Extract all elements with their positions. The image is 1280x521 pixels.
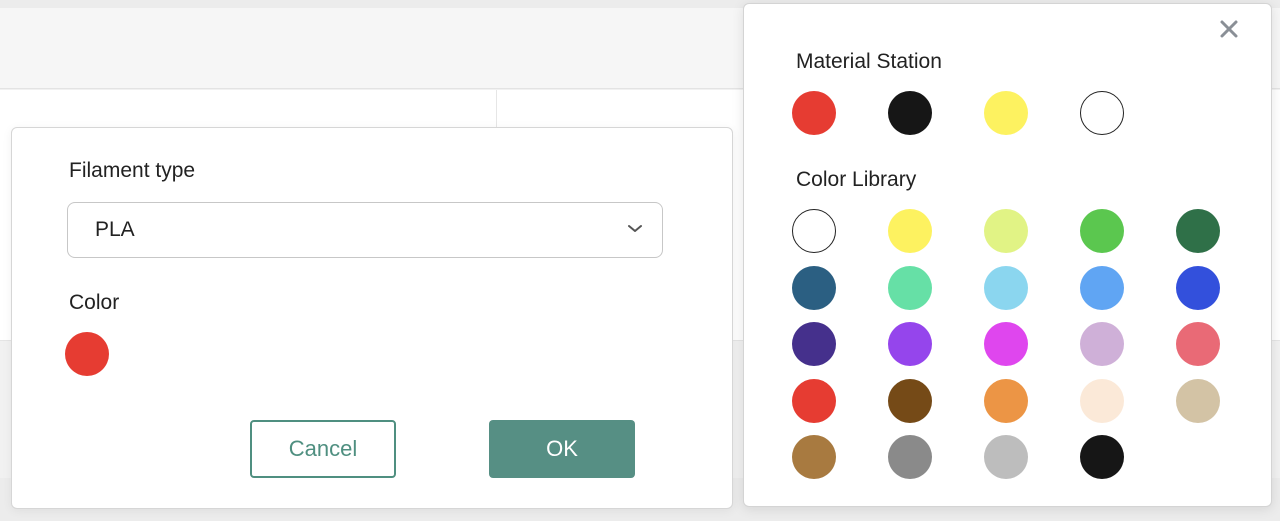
library-color-swatch[interactable]: [888, 435, 932, 479]
selected-color-swatch[interactable]: [65, 332, 109, 376]
library-color-swatch[interactable]: [984, 209, 1028, 253]
library-color-swatch[interactable]: [1176, 379, 1220, 423]
library-color-swatch[interactable]: [1080, 435, 1124, 479]
library-color-swatch[interactable]: [792, 209, 836, 253]
library-color-swatch[interactable]: [1080, 266, 1124, 310]
station-color-swatch[interactable]: [984, 91, 1028, 135]
material-station-title: Material Station: [796, 50, 942, 73]
library-color-swatch[interactable]: [1080, 322, 1124, 366]
library-color-swatch[interactable]: [792, 379, 836, 423]
ok-button[interactable]: OK: [489, 420, 635, 478]
library-color-swatch[interactable]: [1080, 379, 1124, 423]
background-divider: [496, 90, 497, 130]
station-color-swatch[interactable]: [792, 91, 836, 135]
filament-type-label: Filament type: [69, 159, 196, 182]
library-color-swatch[interactable]: [792, 435, 836, 479]
library-color-swatch[interactable]: [792, 266, 836, 310]
library-color-swatch[interactable]: [984, 322, 1028, 366]
library-color-swatch[interactable]: [792, 322, 836, 366]
color-picker-popover: Material Station Color Library: [743, 3, 1272, 507]
library-color-swatch[interactable]: [1176, 209, 1220, 253]
station-color-swatch[interactable]: [888, 91, 932, 135]
filament-dialog: Filament type PLA Color Cancel OK: [11, 127, 733, 509]
library-color-swatch[interactable]: [1080, 209, 1124, 253]
library-color-swatch[interactable]: [984, 379, 1028, 423]
filament-type-value: PLA: [95, 218, 135, 241]
filament-type-select[interactable]: PLA: [67, 202, 663, 258]
library-color-swatch[interactable]: [888, 266, 932, 310]
library-color-swatch[interactable]: [888, 322, 932, 366]
station-color-swatch[interactable]: [1080, 91, 1124, 135]
cancel-button[interactable]: Cancel: [250, 420, 396, 478]
library-color-swatch[interactable]: [984, 266, 1028, 310]
color-library-title: Color Library: [796, 168, 917, 191]
library-color-swatch[interactable]: [1176, 266, 1220, 310]
library-color-swatch[interactable]: [888, 379, 932, 423]
close-icon[interactable]: [1218, 18, 1240, 40]
library-color-swatch[interactable]: [984, 435, 1028, 479]
library-color-swatch[interactable]: [1176, 322, 1220, 366]
library-color-swatch[interactable]: [888, 209, 932, 253]
chevron-down-icon: [628, 225, 642, 232]
color-label: Color: [69, 291, 120, 314]
